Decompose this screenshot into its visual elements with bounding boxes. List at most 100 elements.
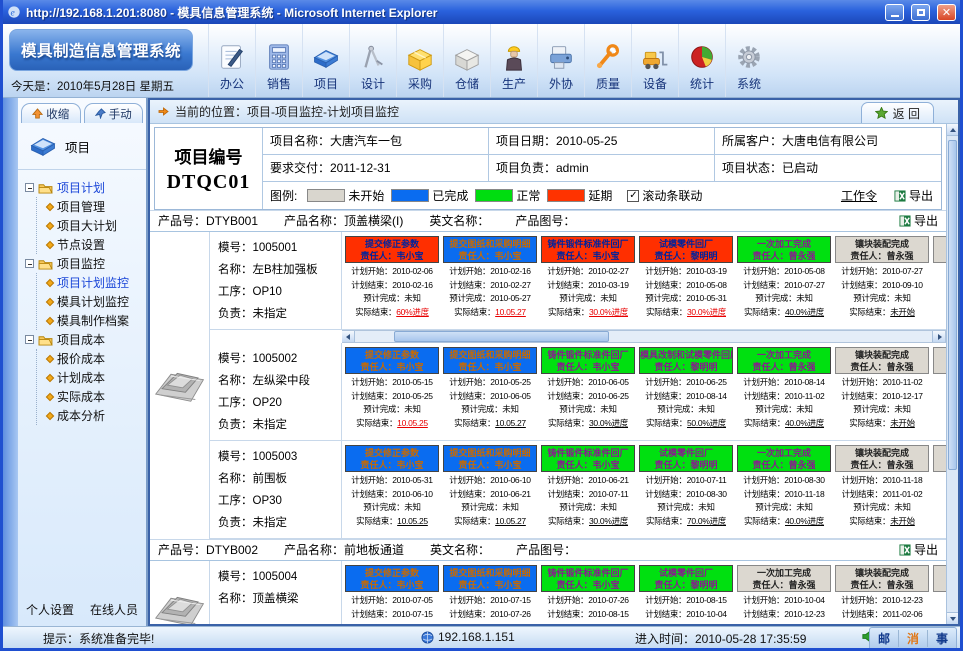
tree-item-actual-cost[interactable]: 实际成本 <box>41 387 146 406</box>
vertical-scrollbar[interactable] <box>946 124 958 624</box>
task-card[interactable]: 试模零件回厂责任人：黎明明计划开始：2010-07-11计划结束：2010-08… <box>639 445 733 538</box>
task-card[interactable]: 试模零件回厂责任人：黎明明计划开始：2010-03-19计划结束：2010-05… <box>639 236 733 329</box>
task-card[interactable]: 试模零件回厂责任人：黎明明计划开始：2010-08-15计划结束：2010-10… <box>639 565 733 624</box>
scroll-up-button[interactable] <box>947 124 958 136</box>
task-actual-value[interactable]: 40.0%进度 <box>785 418 824 428</box>
toolbar-item-purchase[interactable]: 采购 <box>396 24 443 97</box>
task-card[interactable]: 铸件锻件标准件回厂责任人：韦小宝计划开始：2010-06-05计划结束：2010… <box>541 347 635 440</box>
scroll-left-button[interactable] <box>342 331 355 342</box>
minimize-button[interactable] <box>885 4 904 21</box>
toolbar-item-outsource[interactable]: 外协 <box>537 24 584 97</box>
export-link[interactable]: 导出 <box>894 187 933 204</box>
task-actual-value[interactable]: 未开始 <box>890 307 915 317</box>
task-card[interactable]: 铸件锻件标准件回厂责任人：韦小宝计划开始：2010-06-21计划结束：2010… <box>541 445 635 538</box>
task-actual-value[interactable]: 未开始 <box>890 418 915 428</box>
tree-item-plan-cost[interactable]: 计划成本 <box>41 368 146 387</box>
horizontal-scrollbar-thumb[interactable] <box>394 331 609 342</box>
scroll-linkage-checkbox[interactable]: ✓ <box>627 190 639 202</box>
toolbar-item-design[interactable]: 设计 <box>349 24 396 97</box>
status-button-message[interactable]: 消 <box>898 630 927 647</box>
tree-group-project-monitor[interactable]: 项目监控 <box>25 254 146 273</box>
task-actual-value[interactable]: 30.0%进度 <box>589 516 628 526</box>
toolbar-item-project[interactable]: 项目 <box>302 24 349 97</box>
task-card[interactable]: 提交图纸和采购明细责任人：韦小宝计划开始：2010-05-25计划结束：2010… <box>443 347 537 440</box>
task-card[interactable]: 提交修正参数责任人：韦小宝计划开始：2010-02-06计划结束：2010-02… <box>345 236 439 329</box>
tree-item-cost-analysis[interactable]: 成本分析 <box>41 406 146 425</box>
tree-item-project-management[interactable]: 项目管理 <box>41 197 146 216</box>
task-card[interactable]: 一次加工完成责任人：曾永强计划开始：2010-08-30计划结束：2010-11… <box>737 445 831 538</box>
product-export-link[interactable]: 导出 <box>899 540 938 560</box>
tree-group-project-cost[interactable]: 项目成本 <box>25 330 146 349</box>
task-actual-value[interactable]: 30.0%进度 <box>687 307 726 317</box>
task-actual-value[interactable]: 30.0%进度 <box>589 418 628 428</box>
task-card[interactable]: 铸件锻件标准件回厂责任人：韦小宝计划开始：2010-07-26计划结束：2010… <box>541 565 635 624</box>
toolbar-item-equipment[interactable]: 设备 <box>631 24 678 97</box>
task-card[interactable]: 一次加工完成责任人：曾永强计划开始：2010-10-04计划结束：2010-12… <box>737 565 831 624</box>
app-logo: 模具制造信息管理系统 <box>9 29 193 71</box>
sidebar-link-online-users[interactable]: 在线人员 <box>90 601 138 618</box>
product-photo-cell <box>150 232 210 539</box>
task-card[interactable]: 镶块装配完成责任人：曾永强计划开始：2010-12-23计划结束：2011-02… <box>835 565 929 624</box>
status-button-task[interactable]: 事 <box>927 630 956 647</box>
task-actual-value[interactable]: 40.0%进度 <box>785 516 824 526</box>
expand-icon[interactable] <box>25 259 34 268</box>
task-actual-value[interactable]: 10.05.27 <box>495 307 526 317</box>
task-actual-value[interactable]: 40.0%进度 <box>785 307 824 317</box>
status-button-mail[interactable]: 邮 <box>870 630 898 647</box>
task-actual: 实际结束： <box>933 306 946 320</box>
sidebar-tab-collapse[interactable]: 收缩 <box>21 103 81 123</box>
sidebar-module-project[interactable]: 项目 <box>18 123 146 170</box>
horizontal-scrollbar[interactable] <box>342 330 946 343</box>
work-order-link[interactable]: 工作令 <box>841 187 877 204</box>
task-actual-value[interactable]: 30.0%进度 <box>589 307 628 317</box>
sidebar-link-personal-settings[interactable]: 个人设置 <box>26 601 74 618</box>
toolbar-item-system[interactable]: 系统 <box>725 24 772 97</box>
tree-item-project-plan-monitor[interactable]: 项目计划监控 <box>41 273 146 292</box>
mold-charge: 负责：未指定 <box>218 303 341 325</box>
task-actual-value[interactable]: 10.05.25 <box>397 516 428 526</box>
expand-icon[interactable] <box>25 183 34 192</box>
task-card[interactable]: 镶块装配完成责任人：曾永强计划开始：2010-11-18计划结束：2011-01… <box>835 445 929 538</box>
scroll-down-button[interactable] <box>947 612 958 624</box>
task-card[interactable]: 镶块装配完成责任人：曾永强计划开始：2010-07-27计划结束：2010-09… <box>835 236 929 329</box>
task-actual-value[interactable]: 10.05.27 <box>495 516 526 526</box>
task-card[interactable]: 铸件锻件标准件回厂责任人：韦小宝计划开始：2010-02-27计划结束：2010… <box>541 236 635 329</box>
task-actual-value[interactable]: 未开始 <box>890 516 915 526</box>
close-button[interactable]: ✕ <box>937 4 956 21</box>
task-card[interactable]: 提交图纸和采购明细责任人：韦小宝计划开始：2010-07-15计划结束：2010… <box>443 565 537 624</box>
task-card[interactable]: 提交修正参数责任人：韦小宝计划开始：2010-05-31计划结束：2010-06… <box>345 445 439 538</box>
task-card[interactable]: 镶块装配完成责任人：曾永强计划开始：2010-11-02计划结束：2010-12… <box>835 347 929 440</box>
toolbar-item-sales[interactable]: 销售 <box>255 24 302 97</box>
task-actual-value[interactable]: 60%进度 <box>396 307 429 317</box>
toolbar-item-production[interactable]: 生产 <box>490 24 537 97</box>
task-actual-value[interactable]: 10.05.25 <box>397 418 428 428</box>
sidebar-tab-manual[interactable]: 手动 <box>84 103 144 123</box>
task-card[interactable]: 模具改制和试模零件回厂责任人：黎明明计划开始：2010-06-25计划结束：20… <box>639 347 733 440</box>
task-actual-value[interactable]: 70.0%进度 <box>687 516 726 526</box>
tree-item-mold-archive[interactable]: 模具制作档案 <box>41 311 146 330</box>
toolbar-item-statistics[interactable]: 统计 <box>678 24 725 97</box>
task-card[interactable]: 一次加工完成责任人：曾永强计划开始：2010-08-14计划结束：2010-11… <box>737 347 831 440</box>
scroll-right-button[interactable] <box>932 331 945 342</box>
toolbar-item-quality[interactable]: 质量 <box>584 24 631 97</box>
product-export-link[interactable]: 导出 <box>899 211 938 231</box>
tree-item-project-master-plan[interactable]: 项目大计划 <box>41 216 146 235</box>
tree-group-project-plan[interactable]: 项目计划 <box>25 178 146 197</box>
back-button[interactable]: 返 回 <box>861 102 934 123</box>
toolbar-item-warehouse[interactable]: 仓储 <box>443 24 490 97</box>
task-card[interactable]: 提交修正参数责任人：韦小宝计划开始：2010-05-15计划结束：2010-05… <box>345 347 439 440</box>
tree-item-quote-cost[interactable]: 报价成本 <box>41 349 146 368</box>
tree-group: 项目计划项目管理项目大计划节点设置 <box>25 178 146 254</box>
tree-item-node-settings[interactable]: 节点设置 <box>41 235 146 254</box>
task-card[interactable]: 提交图纸和采购明细责任人：韦小宝计划开始：2010-02-16计划结束：2010… <box>443 236 537 329</box>
task-card[interactable]: 提交图纸和采购明细责任人：韦小宝计划开始：2010-06-10计划结束：2010… <box>443 445 537 538</box>
task-card[interactable]: 提交修正参数责任人：韦小宝计划开始：2010-07-05计划结束：2010-07… <box>345 565 439 624</box>
toolbar-item-office[interactable]: 办公 <box>208 24 255 97</box>
task-actual-value[interactable]: 50.0%进度 <box>687 418 726 428</box>
expand-icon[interactable] <box>25 335 34 344</box>
vertical-scrollbar-thumb[interactable] <box>948 140 957 470</box>
restore-button[interactable] <box>911 4 930 21</box>
tree-item-mold-plan-monitor[interactable]: 模具计划监控 <box>41 292 146 311</box>
task-actual-value[interactable]: 10.05.27 <box>495 418 526 428</box>
task-card[interactable]: 一次加工完成责任人：曾永强计划开始：2010-05-08计划结束：2010-07… <box>737 236 831 329</box>
